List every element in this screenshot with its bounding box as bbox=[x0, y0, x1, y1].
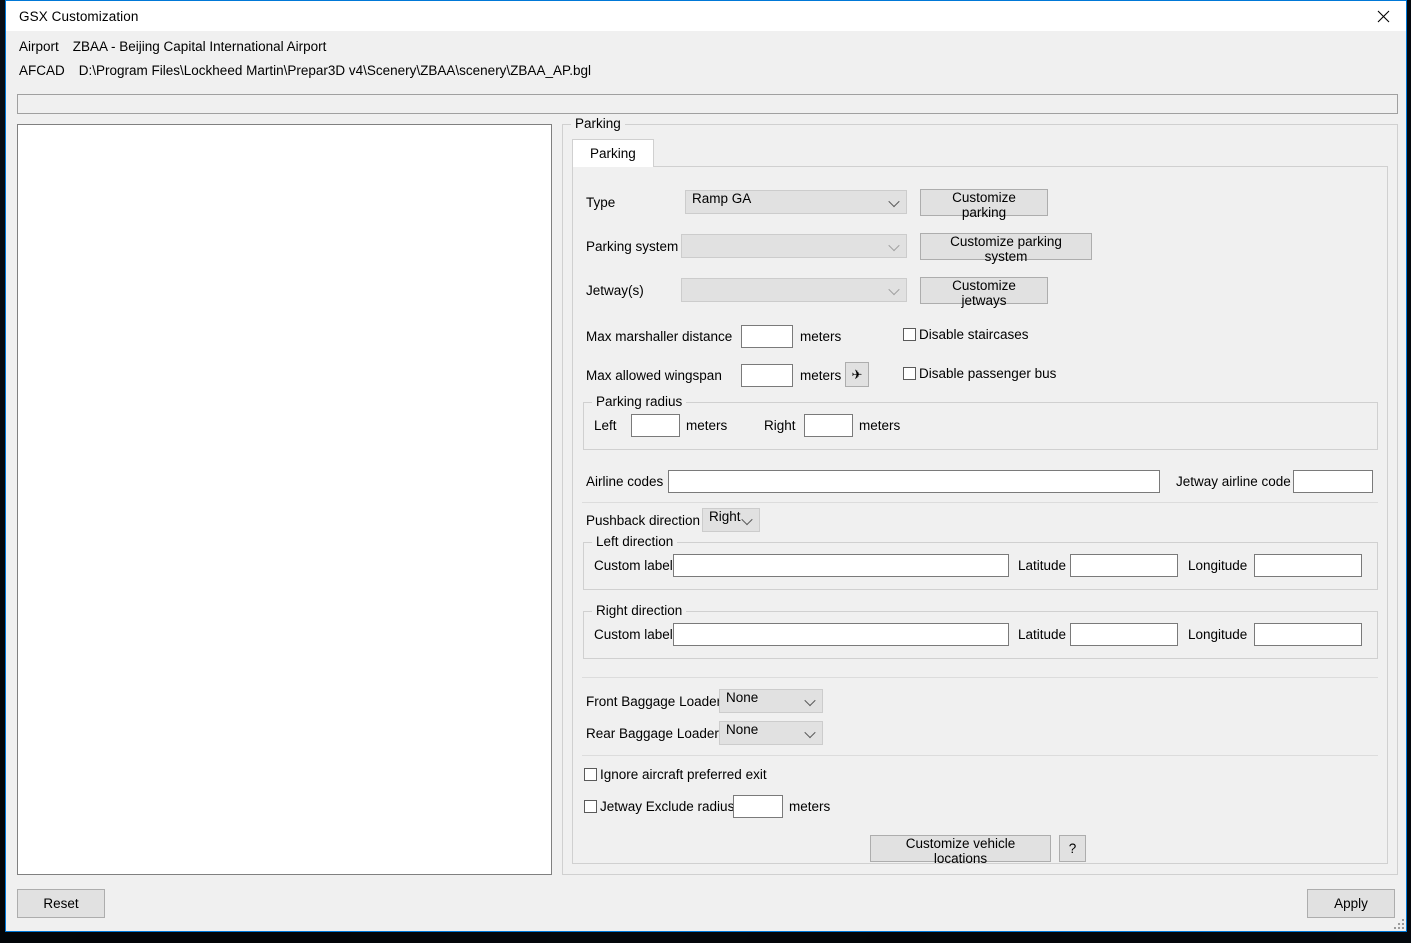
jetway-airline-code-input[interactable] bbox=[1293, 470, 1373, 493]
right-latitude-input[interactable] bbox=[1070, 623, 1178, 646]
customize-parking-system-button[interactable]: Customize parking system bbox=[920, 233, 1092, 264]
max-wingspan-label: Max allowed wingspan bbox=[586, 368, 722, 383]
footer-bar: Reset Apply bbox=[6, 875, 1406, 931]
airline-codes-label: Airline codes bbox=[586, 474, 664, 489]
type-combo[interactable]: Ramp GA bbox=[685, 190, 907, 214]
airport-value: ZBAA - Beijing Capital International Air… bbox=[72, 39, 327, 54]
right-direction-title: Right direction bbox=[592, 603, 687, 618]
parking-groupbox: Parking Parking Type Ramp GA Customize p… bbox=[562, 116, 1398, 875]
disable-passenger-bus-row[interactable]: Disable passenger bus bbox=[903, 366, 1056, 381]
gsx-customization-window: GSX Customization Airport ZBAA - Beijing… bbox=[5, 0, 1407, 932]
customize-vehicle-locations-button[interactable]: Customize vehicle locations bbox=[870, 835, 1051, 863]
divider-3 bbox=[582, 755, 1378, 756]
radius-right-label: Right bbox=[764, 418, 796, 433]
right-longitude-label: Longitude bbox=[1188, 627, 1248, 642]
type-combo-wrap: Ramp GA bbox=[685, 190, 907, 214]
right-latitude-label: Latitude bbox=[1018, 627, 1067, 642]
rear-baggage-combo-wrap: None bbox=[719, 721, 823, 745]
jetways-combo-wrap bbox=[681, 278, 907, 302]
max-wingspan-input[interactable] bbox=[741, 364, 793, 387]
reset-button[interactable]: Reset bbox=[17, 888, 105, 918]
right-custom-label: Custom label bbox=[594, 627, 673, 642]
disable-passenger-bus-label: Disable passenger bus bbox=[919, 366, 1057, 381]
jetway-exclude-radius-units: meters bbox=[789, 799, 831, 814]
parking-groupbox-title: Parking bbox=[571, 116, 625, 131]
airplane-icon[interactable]: ✈ bbox=[845, 362, 869, 387]
jetway-exclude-radius-label: Jetway Exclude radius bbox=[600, 799, 735, 814]
apply-button[interactable]: Apply bbox=[1307, 888, 1395, 918]
right-custom-label-input[interactable] bbox=[673, 623, 1009, 646]
parking-panel: Parking Parking Type Ramp GA Customize p… bbox=[562, 116, 1398, 875]
max-marshaller-label: Max marshaller distance bbox=[586, 329, 733, 344]
jetway-exclude-radius-row[interactable]: Jetway Exclude radius bbox=[584, 799, 734, 814]
left-latitude-label: Latitude bbox=[1018, 558, 1067, 573]
divider-2 bbox=[582, 677, 1378, 678]
jetway-exclude-radius-input[interactable] bbox=[733, 795, 783, 818]
radius-left-units: meters bbox=[686, 418, 728, 433]
jetways-label: Jetway(s) bbox=[586, 283, 644, 298]
parking-system-combo-wrap bbox=[681, 234, 907, 258]
afcad-row: AFCAD D:\Program Files\Lockheed Martin\P… bbox=[6, 63, 1406, 87]
disable-passenger-bus-checkbox[interactable] bbox=[903, 367, 916, 380]
max-marshaller-input[interactable] bbox=[741, 325, 793, 348]
type-label: Type bbox=[586, 195, 616, 210]
disable-staircases-checkbox[interactable] bbox=[903, 328, 916, 341]
parking-radius-title: Parking radius bbox=[592, 394, 687, 409]
rear-baggage-loader-label: Rear Baggage Loader bbox=[586, 726, 719, 741]
customize-jetways-button[interactable]: Customize jetways bbox=[920, 277, 1048, 308]
disable-staircases-label: Disable staircases bbox=[919, 327, 1029, 342]
front-baggage-loader-combo[interactable]: None bbox=[719, 689, 823, 713]
jetway-exclude-radius-checkbox[interactable] bbox=[584, 800, 597, 813]
parking-radius-groupbox: Parking radius Left meters Right meters bbox=[583, 394, 1378, 450]
main-content: Parking Parking Type Ramp GA Customize p… bbox=[6, 114, 1406, 875]
front-baggage-loader-label: Front Baggage Loader bbox=[586, 694, 722, 709]
max-marshaller-units: meters bbox=[800, 329, 842, 344]
parking-system-label: Parking system bbox=[586, 239, 679, 254]
radius-right-units: meters bbox=[859, 418, 901, 433]
left-custom-label: Custom label bbox=[594, 558, 673, 573]
window-title: GSX Customization bbox=[19, 8, 139, 24]
left-longitude-label: Longitude bbox=[1188, 558, 1248, 573]
tab-parking[interactable]: Parking bbox=[572, 139, 654, 167]
tab-page-parking: Type Ramp GA Customize parking Parking s… bbox=[572, 167, 1388, 864]
rear-baggage-loader-combo[interactable]: None bbox=[719, 721, 823, 745]
airline-codes-input[interactable] bbox=[668, 470, 1160, 493]
customize-parking-button[interactable]: Customize parking bbox=[920, 189, 1048, 220]
status-bar bbox=[17, 94, 1398, 114]
afcad-value: D:\Program Files\Lockheed Martin\Prepar3… bbox=[78, 63, 591, 78]
divider-1 bbox=[582, 502, 1378, 503]
disable-staircases-row[interactable]: Disable staircases bbox=[903, 327, 1029, 342]
right-direction-groupbox: Right direction Custom label Latitude Lo… bbox=[583, 603, 1378, 659]
ignore-preferred-exit-row[interactable]: Ignore aircraft preferred exit bbox=[584, 767, 767, 782]
title-bar: GSX Customization bbox=[6, 1, 1406, 31]
jetways-combo[interactable] bbox=[681, 278, 907, 302]
left-latitude-input[interactable] bbox=[1070, 554, 1178, 577]
header-info: Airport ZBAA - Beijing Capital Internati… bbox=[6, 31, 1406, 114]
pushback-direction-label: Pushback direction bbox=[586, 513, 701, 528]
radius-right-input[interactable] bbox=[804, 414, 853, 437]
close-icon[interactable] bbox=[1360, 1, 1406, 31]
front-baggage-combo-wrap: None bbox=[719, 689, 823, 713]
jetway-airline-code-label: Jetway airline code bbox=[1176, 474, 1291, 489]
airport-label: Airport bbox=[19, 39, 59, 54]
pushback-direction-combo[interactable]: Right bbox=[702, 508, 760, 532]
left-custom-label-input[interactable] bbox=[673, 554, 1009, 577]
radius-left-label: Left bbox=[594, 418, 617, 433]
airport-row: Airport ZBAA - Beijing Capital Internati… bbox=[6, 39, 1406, 63]
resize-grip[interactable] bbox=[1392, 917, 1404, 929]
preview-panel[interactable] bbox=[17, 124, 552, 875]
help-button[interactable]: ? bbox=[1059, 835, 1086, 862]
parking-system-combo[interactable] bbox=[681, 234, 907, 258]
left-longitude-input[interactable] bbox=[1254, 554, 1362, 577]
ignore-preferred-exit-label: Ignore aircraft preferred exit bbox=[600, 767, 767, 782]
max-wingspan-units: meters bbox=[800, 368, 842, 383]
afcad-label: AFCAD bbox=[19, 63, 65, 78]
ignore-preferred-exit-checkbox[interactable] bbox=[584, 768, 597, 781]
left-direction-title: Left direction bbox=[592, 534, 678, 549]
pushback-combo-wrap: Right bbox=[702, 508, 760, 532]
left-direction-groupbox: Left direction Custom label Latitude Lon… bbox=[583, 534, 1378, 590]
right-longitude-input[interactable] bbox=[1254, 623, 1362, 646]
radius-left-input[interactable] bbox=[631, 414, 680, 437]
tab-strip: Parking bbox=[572, 139, 1388, 167]
